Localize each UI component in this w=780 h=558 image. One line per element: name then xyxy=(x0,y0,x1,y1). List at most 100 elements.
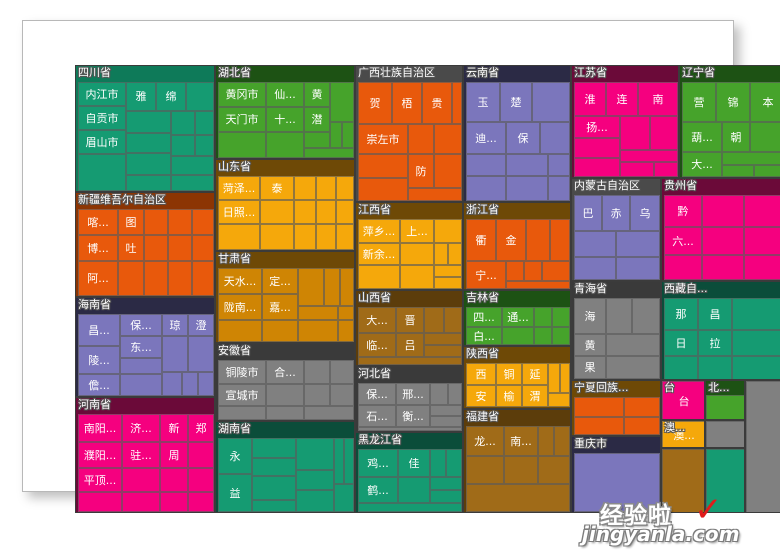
treemap-leaf[interactable] xyxy=(262,320,298,342)
treemap-leaf[interactable]: 黔 xyxy=(664,195,702,227)
treemap-leaf[interactable] xyxy=(324,268,340,306)
treemap-leaf[interactable]: 博... xyxy=(78,235,118,261)
treemap-leaf[interactable] xyxy=(466,484,570,512)
treemap-leaf[interactable] xyxy=(218,406,266,420)
treemap-leaf[interactable]: 阿... xyxy=(78,261,118,296)
treemap-leaf[interactable]: 海 xyxy=(574,298,606,334)
treemap-leaf[interactable] xyxy=(506,261,524,281)
treemap-leaf[interactable] xyxy=(218,132,266,158)
treemap-leaf[interactable] xyxy=(434,124,462,154)
treemap-leaf[interactable] xyxy=(650,116,678,150)
treemap-leaf[interactable]: 保... xyxy=(120,314,162,336)
treemap-leaf[interactable] xyxy=(574,417,624,435)
treemap-leaf[interactable]: 临... xyxy=(358,333,396,357)
treemap-leaf[interactable] xyxy=(702,227,744,255)
treemap-leaf[interactable] xyxy=(304,148,354,158)
treemap-leaf[interactable] xyxy=(548,176,570,201)
treemap-group[interactable]: 山西省 大... 晋临... 吕 xyxy=(355,290,463,366)
treemap-group[interactable]: 安徽省 铜陵市 合... 宣城市 xyxy=(215,343,355,421)
treemap-group[interactable] xyxy=(661,448,705,513)
treemap-leaf[interactable]: 那 xyxy=(664,298,698,330)
treemap-leaf[interactable] xyxy=(171,156,214,175)
treemap-leaf[interactable]: 朝 xyxy=(722,122,750,152)
treemap-leaf[interactable]: 台 xyxy=(662,381,704,419)
treemap-leaf[interactable]: 新 xyxy=(160,414,188,442)
treemap-leaf[interactable] xyxy=(732,330,780,356)
treemap-leaf[interactable] xyxy=(338,320,354,342)
treemap-group[interactable]: 山东省 菏泽... 泰日照... xyxy=(215,159,355,251)
treemap-group[interactable]: 重庆市 xyxy=(571,436,661,513)
treemap-leaf[interactable]: 晋 xyxy=(396,307,424,333)
treemap-leaf[interactable]: 琼 xyxy=(162,314,188,336)
treemap-group[interactable]: 湖南省永益 xyxy=(215,421,355,513)
treemap-leaf[interactable] xyxy=(266,406,304,420)
treemap-leaf[interactable]: 吐 xyxy=(118,235,144,261)
treemap-leaf[interactable]: 衡... xyxy=(396,405,430,427)
treemap-group[interactable]: 澳... 澳... xyxy=(661,420,705,448)
treemap-leaf[interactable] xyxy=(446,449,462,477)
treemap-leaf[interactable] xyxy=(252,438,296,458)
treemap-leaf[interactable] xyxy=(616,231,660,257)
treemap-leaf[interactable] xyxy=(330,384,354,406)
treemap-leaf[interactable] xyxy=(126,153,171,175)
treemap-leaf[interactable] xyxy=(448,383,462,405)
treemap-leaf[interactable] xyxy=(162,372,182,396)
treemap-leaf[interactable]: 鹤... xyxy=(358,477,398,503)
treemap-leaf[interactable]: 锦 xyxy=(716,82,750,122)
treemap-leaf[interactable]: 自贡市 xyxy=(78,106,126,130)
treemap-leaf[interactable] xyxy=(538,426,554,456)
treemap-leaf[interactable]: 吕 xyxy=(396,333,424,357)
treemap-leaf[interactable] xyxy=(398,477,430,503)
treemap-leaf[interactable] xyxy=(424,307,444,333)
treemap-leaf[interactable] xyxy=(188,468,214,492)
treemap-leaf[interactable] xyxy=(144,209,168,235)
treemap-leaf[interactable] xyxy=(400,265,434,289)
treemap-leaf[interactable] xyxy=(574,138,620,158)
treemap-leaf[interactable] xyxy=(606,356,660,379)
treemap-leaf[interactable] xyxy=(298,268,324,306)
treemap-leaf[interactable]: 拉 xyxy=(698,330,732,356)
treemap-leaf[interactable]: 昌 xyxy=(698,298,732,330)
treemap-leaf[interactable] xyxy=(554,426,570,456)
treemap-leaf[interactable]: 宁... xyxy=(466,261,506,289)
treemap-leaf[interactable]: 巴 xyxy=(574,195,602,231)
treemap-leaf[interactable] xyxy=(448,243,462,265)
treemap-leaf[interactable]: 四... xyxy=(466,307,502,327)
treemap-leaf[interactable]: 榆 xyxy=(496,385,522,407)
treemap-leaf[interactable] xyxy=(186,82,214,111)
treemap-leaf[interactable] xyxy=(532,82,570,122)
treemap-leaf[interactable] xyxy=(78,492,122,512)
treemap-leaf[interactable]: 上... xyxy=(400,219,434,243)
treemap-leaf[interactable] xyxy=(120,358,162,374)
treemap-leaf[interactable] xyxy=(336,200,354,224)
treemap-leaf[interactable] xyxy=(504,456,538,484)
treemap-leaf[interactable] xyxy=(78,154,126,191)
treemap-leaf[interactable] xyxy=(408,188,462,201)
treemap-leaf[interactable] xyxy=(198,372,214,396)
treemap-leaf[interactable] xyxy=(344,438,354,484)
treemap-leaf[interactable] xyxy=(126,111,171,133)
treemap-leaf[interactable] xyxy=(266,132,304,158)
treemap-leaf[interactable] xyxy=(754,165,780,177)
treemap-group[interactable]: 广西壮族自治区贺 梧 贵崇左市防 xyxy=(355,65,463,202)
treemap-leaf[interactable] xyxy=(195,135,214,156)
treemap-leaf[interactable] xyxy=(664,255,702,280)
treemap-leaf[interactable]: 日照... xyxy=(218,200,260,224)
treemap-leaf[interactable] xyxy=(358,178,408,201)
treemap-leaf[interactable] xyxy=(434,265,462,277)
treemap-leaf[interactable] xyxy=(192,209,214,235)
treemap-group[interactable]: 河南省 南阳... 济... 新 郑濮阳... 驻... 周平顶... xyxy=(75,397,215,513)
treemap-leaf[interactable] xyxy=(304,406,354,420)
treemap-leaf[interactable]: 郑 xyxy=(188,414,214,442)
treemap-leaf[interactable] xyxy=(160,468,188,492)
treemap-leaf[interactable] xyxy=(434,243,448,265)
treemap-leaf[interactable]: 澳... xyxy=(662,421,704,447)
treemap-leaf[interactable] xyxy=(664,356,698,379)
treemap-leaf[interactable] xyxy=(732,356,780,379)
treemap-leaf[interactable] xyxy=(252,476,296,500)
treemap-leaf[interactable] xyxy=(296,438,334,470)
treemap-leaf[interactable] xyxy=(574,257,616,280)
treemap-group[interactable]: 吉林省 四... 通... 白... xyxy=(463,290,571,346)
treemap-leaf[interactable] xyxy=(358,265,400,289)
treemap-leaf[interactable]: 澄 xyxy=(188,314,214,336)
